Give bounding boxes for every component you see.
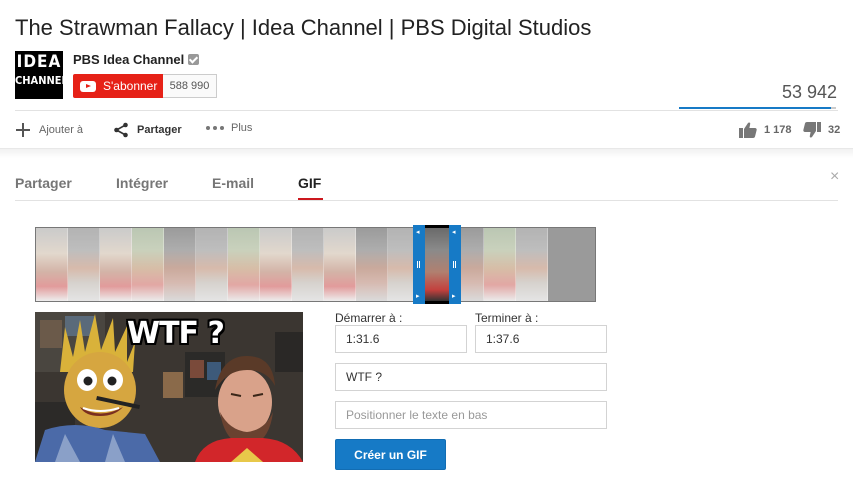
add-to-label: Ajouter à bbox=[39, 124, 84, 136]
start-time-input[interactable]: 1:31.6 bbox=[335, 325, 467, 353]
bottom-text-input[interactable]: Positionner le texte en bas bbox=[335, 401, 607, 429]
tabs-divider bbox=[15, 200, 838, 201]
timeline-selection[interactable] bbox=[425, 225, 449, 304]
end-time-input[interactable]: 1:37.6 bbox=[475, 325, 607, 353]
subscribe-label: S'abonner bbox=[103, 79, 158, 93]
timeline-start-handle[interactable]: ◂ ▸ bbox=[413, 225, 425, 304]
divider bbox=[15, 110, 838, 111]
dislike-count: 32 bbox=[828, 124, 841, 136]
channel-logo-line1: IDEA bbox=[16, 52, 62, 72]
top-text-input[interactable]: WTF ? bbox=[335, 363, 607, 391]
channel-logo-line2: CHANNEL bbox=[15, 74, 68, 87]
gif-preview: WTF ? bbox=[35, 312, 303, 462]
like-button[interactable]: 1 178 bbox=[739, 122, 792, 138]
view-count: 53 942 bbox=[781, 82, 837, 102]
timeline-unselected-right bbox=[461, 228, 548, 301]
timeline-end-handle[interactable]: ◂ ▸ bbox=[449, 225, 461, 304]
close-icon[interactable]: × bbox=[830, 168, 839, 186]
more-label: Plus bbox=[231, 122, 253, 134]
end-time-label: Terminer à : bbox=[475, 311, 539, 325]
like-count: 1 178 bbox=[764, 124, 792, 136]
plus-icon bbox=[15, 122, 31, 138]
gif-preview-caption: WTF ? bbox=[127, 316, 225, 351]
like-ratio-bar bbox=[679, 107, 836, 109]
tab-gif[interactable]: GIF bbox=[298, 175, 321, 191]
subscriber-count: 588 990 bbox=[163, 74, 217, 98]
share-icon bbox=[114, 122, 128, 138]
tab-embed[interactable]: Intégrer bbox=[116, 175, 168, 191]
more-button[interactable]: Plus bbox=[206, 122, 252, 134]
dislike-button[interactable]: 32 bbox=[803, 122, 840, 138]
youtube-icon bbox=[80, 80, 96, 92]
video-title: The Strawman Fallacy | Idea Channel | PB… bbox=[15, 15, 592, 40]
dislike-icon bbox=[803, 122, 821, 138]
tab-email[interactable]: E-mail bbox=[212, 175, 254, 191]
channel-name-link[interactable]: PBS Idea Channel bbox=[73, 52, 200, 67]
channel-logo[interactable]: IDEA CHANNEL bbox=[15, 51, 68, 99]
gif-timeline-strip[interactable] bbox=[35, 227, 596, 302]
more-icon bbox=[206, 126, 224, 130]
timeline-unselected-left bbox=[36, 228, 416, 301]
add-to-button[interactable]: Ajouter à bbox=[15, 122, 83, 138]
create-gif-button[interactable]: Créer un GIF bbox=[335, 439, 446, 470]
channel-name[interactable]: PBS Idea Channel bbox=[73, 52, 184, 67]
subscribe-button[interactable]: S'abonner bbox=[73, 74, 166, 98]
tab-share[interactable]: Partager bbox=[15, 175, 72, 191]
share-label: Partager bbox=[137, 124, 182, 136]
share-button[interactable]: Partager bbox=[113, 122, 182, 138]
start-time-label: Démarrer à : bbox=[335, 311, 403, 325]
like-ratio-fill bbox=[679, 107, 832, 109]
verified-icon bbox=[188, 54, 200, 65]
like-icon bbox=[739, 122, 757, 138]
panel-separator bbox=[0, 148, 853, 158]
